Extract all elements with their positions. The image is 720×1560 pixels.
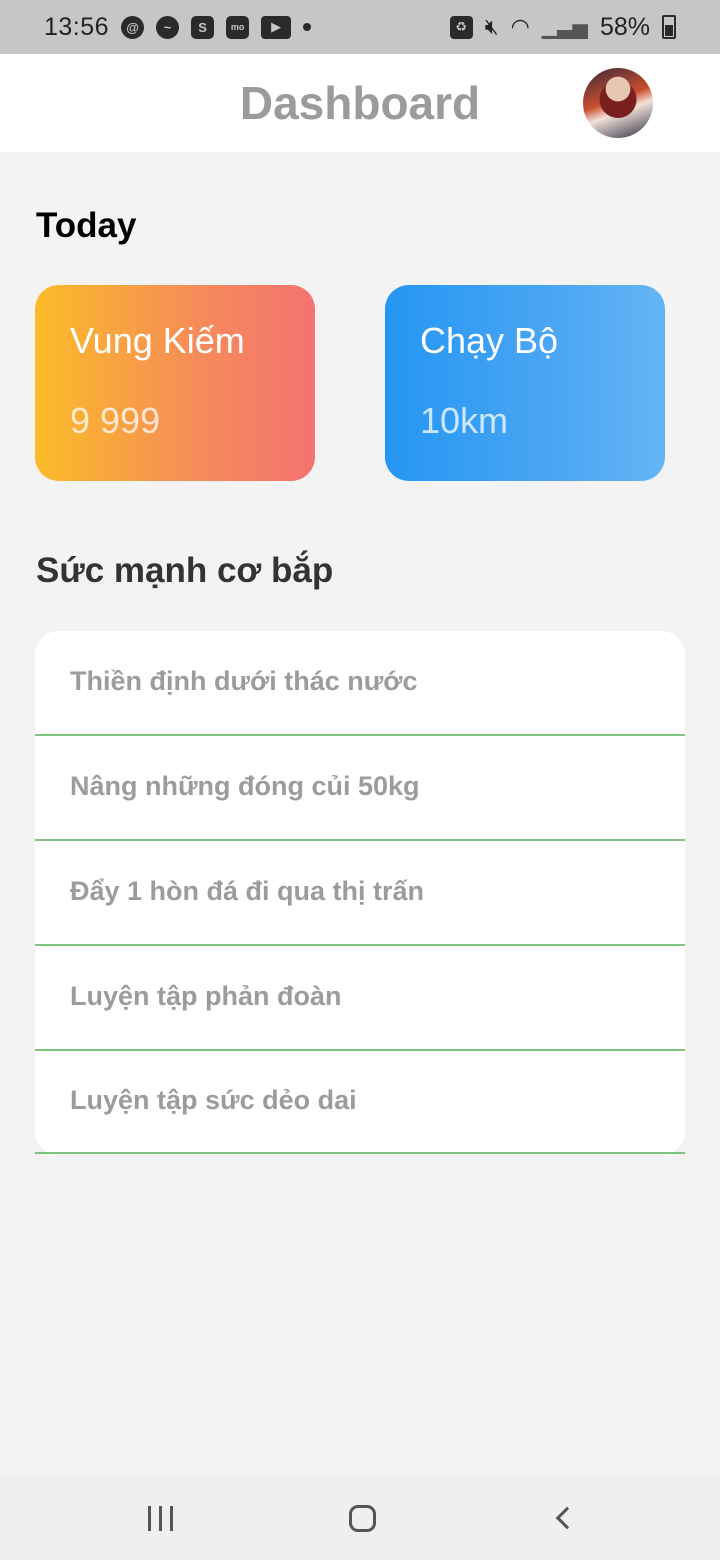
today-heading: Today <box>36 206 137 245</box>
list-item[interactable]: Luyện tập sức dẻo dai <box>35 1051 685 1154</box>
card-title: Chạy Bộ <box>420 320 559 361</box>
list-item[interactable]: Thiền định dưới thác nước <box>35 631 685 736</box>
battery-percent: 58% <box>599 12 650 41</box>
notification-dot <box>303 23 312 31</box>
list-item-label: Luyện tập phản đoàn <box>70 981 342 1011</box>
avatar[interactable] <box>583 68 653 138</box>
activity-card-running[interactable]: Chạy Bộ 10km <box>385 285 665 481</box>
list-item-label: Nâng những đóng củi 50kg <box>70 771 420 801</box>
activity-card-sword[interactable]: Vung Kiếm 9 999 <box>35 285 315 481</box>
list-item-label: Thiền định dưới thác nước <box>70 666 418 696</box>
battery-saver-icon: ♻ <box>449 15 473 39</box>
app-bar: Dashboard <box>0 54 720 152</box>
list-item[interactable]: Đẩy 1 hòn đá đi qua thị trấn <box>35 841 685 946</box>
list-item-label: Đẩy 1 hòn đá đi qua thị trấn <box>70 876 425 906</box>
battery-icon <box>662 15 676 39</box>
shopee-icon: S <box>191 15 215 39</box>
recent-apps-button[interactable] <box>120 1476 200 1560</box>
home-icon <box>348 1504 376 1532</box>
strength-heading: Sức mạnh cơ bắp <box>36 551 334 590</box>
home-button[interactable] <box>322 1476 402 1560</box>
card-title: Vung Kiếm <box>70 320 245 361</box>
status-bar: 13:56 @ ~ S mo ▶ ♻ 🔇︎ ◠ ▁▃▅ 58% <box>0 0 720 54</box>
recent-apps-icon <box>147 1505 173 1531</box>
wifi-icon: ◠ <box>510 14 530 39</box>
mute-icon: 🔇︎ <box>484 14 499 39</box>
signal-icon: ▁▃▅ <box>541 16 588 39</box>
card-value: 9 999 <box>70 400 161 441</box>
youtube-icon: ▶ <box>261 15 292 39</box>
messenger-icon: ~ <box>156 15 180 39</box>
system-nav-bar <box>0 1476 720 1560</box>
list-item[interactable]: Nâng những đóng củi 50kg <box>35 736 685 841</box>
list-item[interactable]: Luyện tập phản đoàn <box>35 946 685 1051</box>
status-bar-left: 13:56 @ ~ S mo ▶ <box>44 12 312 42</box>
card-value: 10km <box>420 400 509 441</box>
back-icon <box>555 1506 579 1530</box>
status-time: 13:56 <box>44 12 110 41</box>
list-item-label: Luyện tập sức dẻo dai <box>70 1085 357 1115</box>
momo-icon: mo <box>226 15 250 39</box>
threads-icon: @ <box>121 15 145 39</box>
strength-list: Thiền định dưới thác nước Nâng những đón… <box>35 631 685 1155</box>
back-button[interactable] <box>523 1476 603 1560</box>
status-bar-right: ♻ 🔇︎ ◠ ▁▃▅ 58% <box>449 12 676 42</box>
